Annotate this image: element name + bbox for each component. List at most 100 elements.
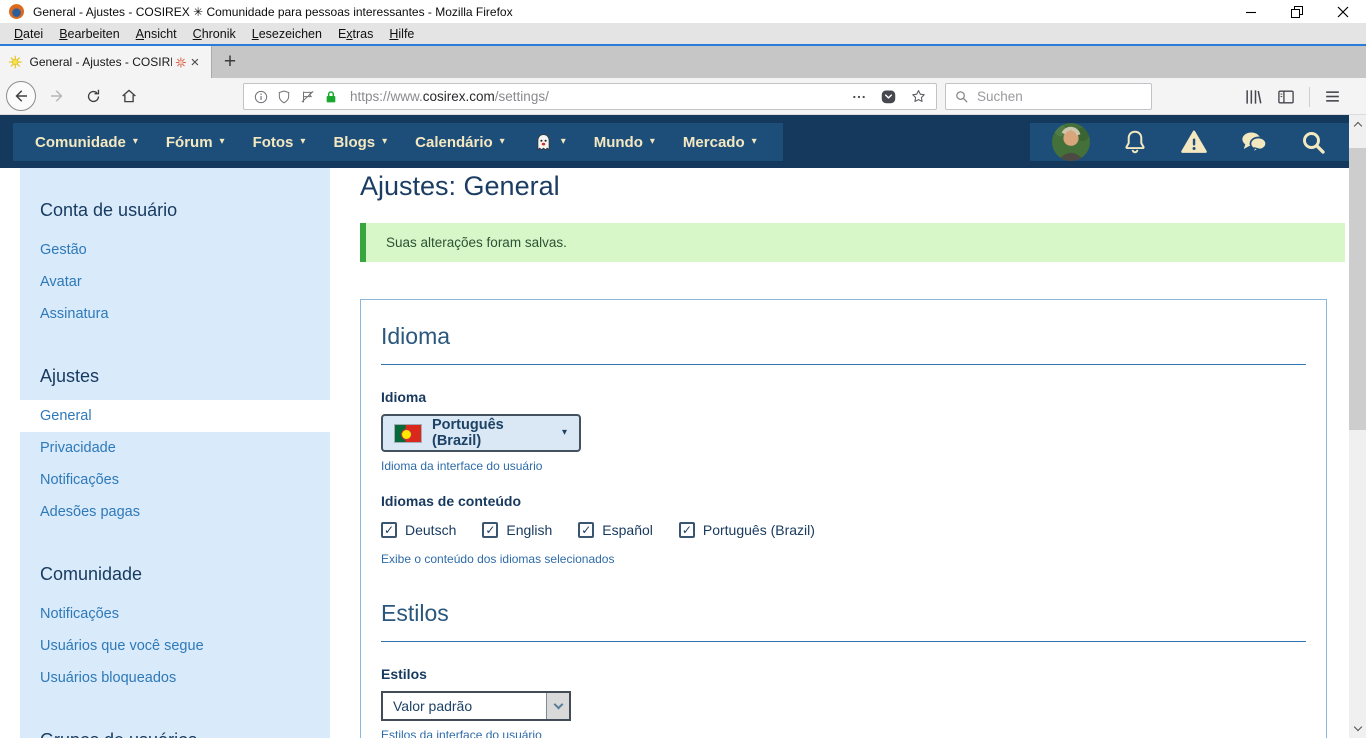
styles-field-label: Estilos <box>381 666 1306 682</box>
menu-datei[interactable]: Datei <box>6 27 51 41</box>
pocket-icon[interactable] <box>880 88 897 105</box>
sidebar-item-gestao[interactable]: Gestão <box>20 234 330 266</box>
sidebar-item-assinatura[interactable]: Assinatura <box>20 298 330 330</box>
window-titlebar: General - Ajustes - COSIREX ✳ Comunidade… <box>0 0 1366 23</box>
success-alert: Suas alterações foram salvas. <box>360 223 1345 262</box>
menu-lesezeichen[interactable]: Lesezeichen <box>244 27 330 41</box>
site-search-icon[interactable] <box>1299 128 1327 156</box>
menu-bearbeiten[interactable]: Bearbeiten <box>51 27 127 41</box>
page-content: Conta de usuário Gestão Avatar Assinatur… <box>0 168 1349 738</box>
styles-select[interactable]: Valor padrão <box>381 691 571 721</box>
user-avatar[interactable] <box>1052 123 1090 161</box>
tracking-protection-icon[interactable] <box>299 89 316 105</box>
menu-bar: Datei Bearbeiten Ansicht Chronik Lesezei… <box>0 23 1366 44</box>
nav-fotos[interactable]: Fotos <box>239 134 320 151</box>
checkbox-checked-icon[interactable] <box>679 522 695 538</box>
shield-icon[interactable] <box>276 89 292 105</box>
menu-ansicht[interactable]: Ansicht <box>128 27 185 41</box>
chevron-down-icon <box>300 137 305 147</box>
section-title-estilos: Estilos <box>381 600 1306 627</box>
page-actions-icon[interactable] <box>851 89 867 105</box>
starburst-favicon <box>8 54 23 70</box>
checkbox-checked-icon[interactable] <box>578 522 594 538</box>
new-tab-button[interactable] <box>212 46 248 78</box>
sidebar-item-usuarios-bloqueados[interactable]: Usuários bloqueados <box>20 662 330 694</box>
hamburger-menu-icon[interactable] <box>1323 87 1342 106</box>
content-languages-label: Idiomas de conteúdo <box>381 493 1306 509</box>
sidebar-item-comunidade-notificacoes[interactable]: Notificações <box>20 598 330 630</box>
minimize-button[interactable] <box>1228 0 1274 23</box>
checkbox-checked-icon[interactable] <box>482 522 498 538</box>
chevron-down-icon <box>500 137 505 147</box>
search-bar[interactable] <box>945 83 1152 110</box>
nav-mundo[interactable]: Mundo <box>580 134 669 151</box>
checkbox-portugues-brazil[interactable]: Português (Brazil) <box>679 522 815 538</box>
language-field-label: Idioma <box>381 389 1306 405</box>
home-button[interactable] <box>114 81 144 111</box>
messages-chat-icon[interactable] <box>1240 128 1268 156</box>
section-title-idioma: Idioma <box>381 323 1306 350</box>
tab-close-icon[interactable] <box>187 53 203 71</box>
url-bar[interactable]: https://www.cosirex.com/settings/ <box>243 83 937 110</box>
sidebar-section-conta: Conta de usuário <box>20 180 330 234</box>
sidebar-item-usuarios-que-voce-segue[interactable]: Usuários que você segue <box>20 630 330 662</box>
settings-sidebar: Conta de usuário Gestão Avatar Assinatur… <box>20 168 330 738</box>
chevron-down-icon <box>133 137 138 147</box>
settings-panel: Idioma Idioma Português (Brazil) Idioma … <box>360 299 1327 738</box>
checkbox-espanol[interactable]: Español <box>578 522 653 538</box>
sidebar-toggle-icon[interactable] <box>1276 87 1296 107</box>
page-info-icon[interactable] <box>253 89 269 105</box>
chevron-down-icon <box>752 137 757 147</box>
vertical-scrollbar[interactable] <box>1349 115 1366 738</box>
notifications-bell-icon[interactable] <box>1121 128 1149 156</box>
settings-main: Ajustes: General Suas alterações foram s… <box>330 168 1349 738</box>
nav-mercado[interactable]: Mercado <box>669 134 771 151</box>
lock-secure-icon[interactable] <box>323 89 339 105</box>
left-gutter <box>0 168 20 738</box>
forward-icon <box>48 87 66 105</box>
site-nav-menu: Comunidade Fórum Fotos Blogs Calendário … <box>13 123 783 161</box>
success-alert-text: Suas alterações foram salvas. <box>386 235 567 250</box>
scroll-down-button[interactable] <box>1349 720 1366 737</box>
menu-extras[interactable]: Extras <box>330 27 381 41</box>
bookmark-star-icon[interactable] <box>910 88 927 105</box>
nav-ghost-menu[interactable] <box>519 132 580 153</box>
chevron-down-icon <box>1353 723 1361 731</box>
sidebar-item-privacidade[interactable]: Privacidade <box>20 432 330 464</box>
content-languages-row: Deutsch English Español Português (Brazi… <box>381 522 1306 538</box>
search-input[interactable] <box>977 89 1127 104</box>
section-divider <box>381 364 1306 365</box>
scroll-up-button[interactable] <box>1349 116 1366 133</box>
sidebar-item-adesoes-pagas[interactable]: Adesões pagas <box>20 496 330 528</box>
sidebar-item-general[interactable]: General <box>20 400 330 432</box>
tab-bar: General - Ajustes - COSIREX <box>0 46 1366 78</box>
nav-comunidade[interactable]: Comunidade <box>21 134 152 151</box>
ghost-icon <box>533 132 554 153</box>
language-dropdown-button[interactable]: Português (Brazil) <box>381 414 581 452</box>
menu-chronik[interactable]: Chronik <box>185 27 244 41</box>
sidebar-item-notificacoes[interactable]: Notificações <box>20 464 330 496</box>
url-text: https://www.cosirex.com/settings/ <box>350 89 549 104</box>
nav-calendario[interactable]: Calendário <box>401 134 519 151</box>
sidebar-item-avatar[interactable]: Avatar <box>20 266 330 298</box>
select-arrow-button[interactable] <box>546 693 569 719</box>
checkbox-checked-icon[interactable] <box>381 522 397 538</box>
scrollbar-thumb[interactable] <box>1349 148 1366 430</box>
alerts-warning-icon[interactable] <box>1180 128 1208 156</box>
chevron-up-icon <box>1353 122 1361 130</box>
menu-hilfe[interactable]: Hilfe <box>381 27 422 41</box>
reload-button[interactable] <box>78 81 108 111</box>
language-selected-value: Português (Brazil) <box>432 417 544 449</box>
library-icon[interactable] <box>1243 87 1263 107</box>
restore-button[interactable] <box>1274 0 1320 23</box>
nav-forum[interactable]: Fórum <box>152 134 239 151</box>
checkbox-english[interactable]: English <box>482 522 552 538</box>
tab-active[interactable]: General - Ajustes - COSIREX <box>0 46 212 78</box>
nav-blogs[interactable]: Blogs <box>319 134 401 151</box>
back-button[interactable] <box>6 81 36 111</box>
chevron-down-icon <box>561 137 566 147</box>
forward-button[interactable] <box>42 81 72 111</box>
minimize-icon <box>1243 4 1259 20</box>
checkbox-deutsch[interactable]: Deutsch <box>381 522 456 538</box>
close-button[interactable] <box>1320 0 1366 23</box>
